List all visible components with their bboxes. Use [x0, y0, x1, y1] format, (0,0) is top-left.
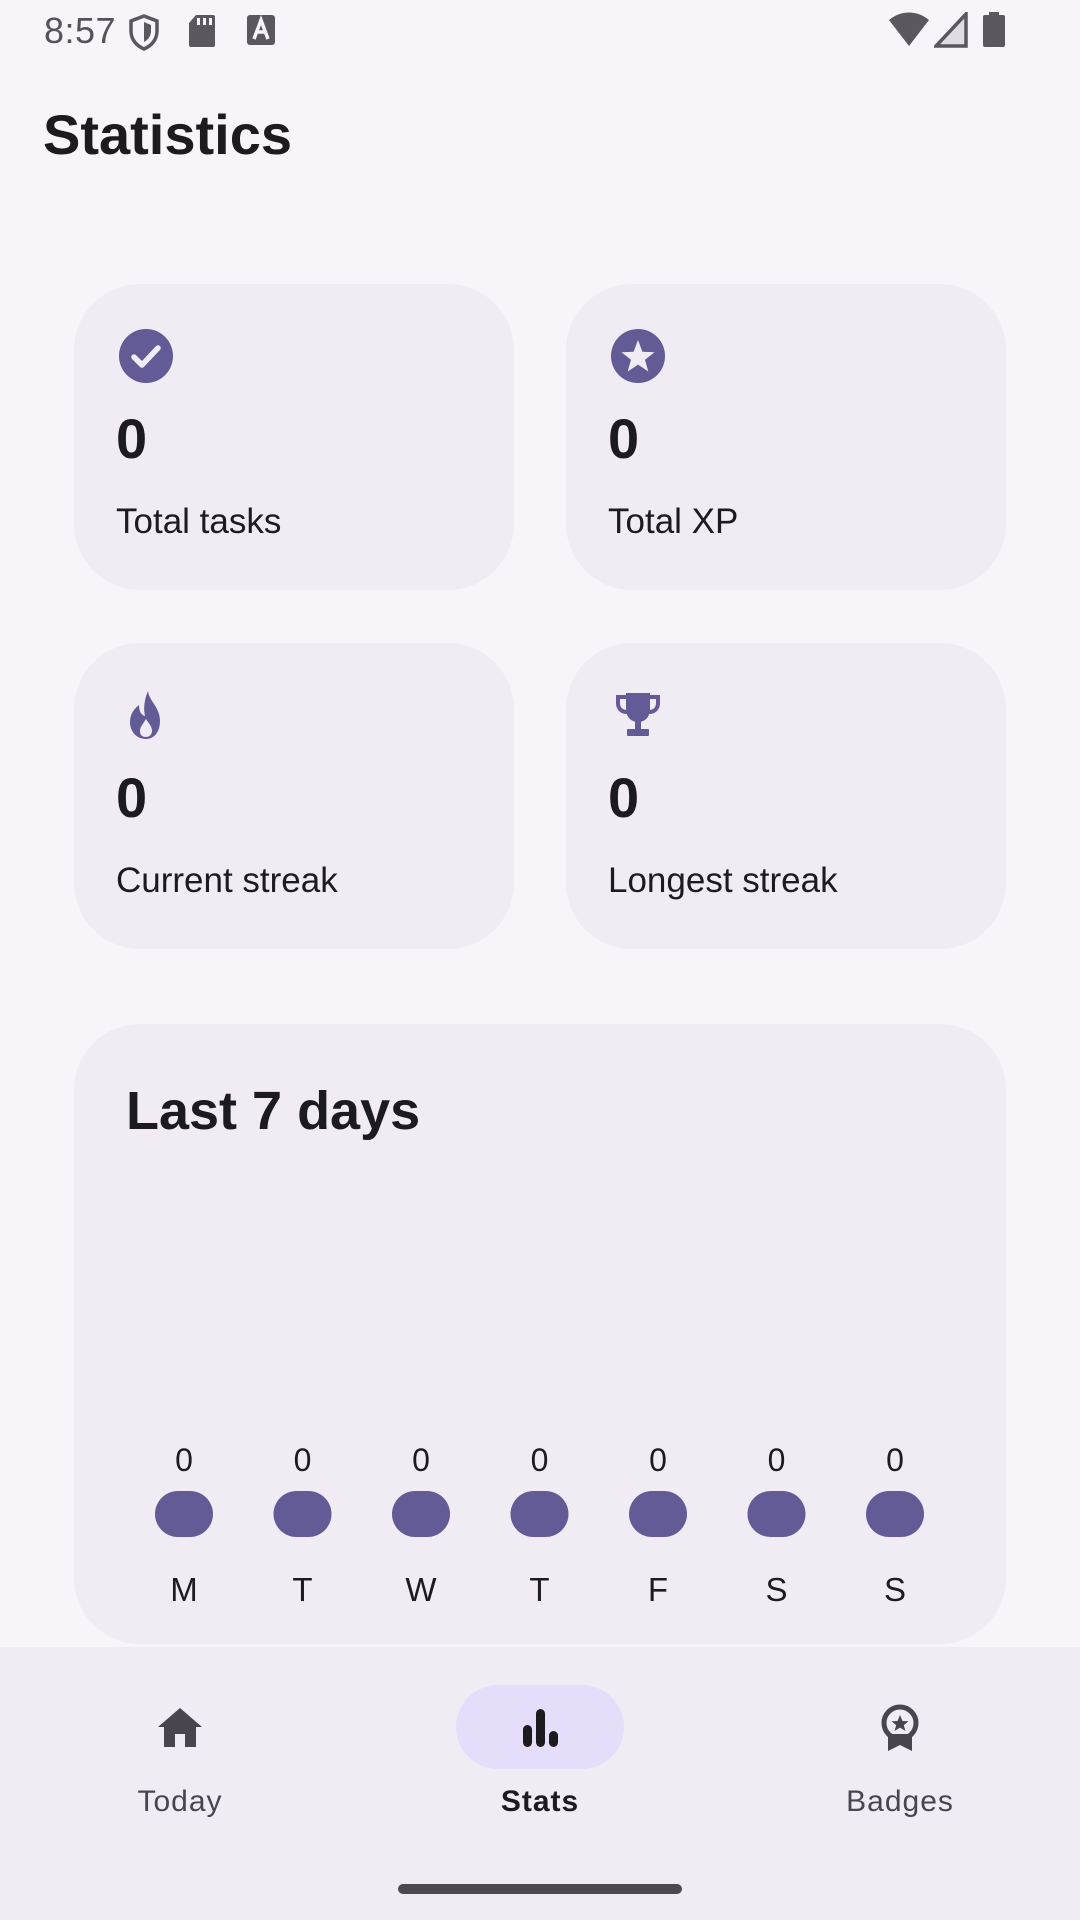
stat-card-total-xp: 0 Total XP [566, 284, 1006, 590]
page-title: Statistics [43, 103, 292, 166]
battery-icon [982, 12, 1006, 53]
day-label: F [648, 1571, 668, 1608]
stat-card-longest-streak: 0 Longest streak [566, 643, 1006, 949]
bar [155, 1491, 213, 1537]
bar [273, 1491, 332, 1537]
stat-value: 0 [116, 407, 148, 470]
bar-value-label: 0 [768, 1442, 786, 1478]
day-label: S [884, 1571, 906, 1608]
bar-value-label: 0 [294, 1442, 312, 1478]
day-label: S [765, 1571, 787, 1608]
day-label: W [405, 1571, 437, 1608]
stat-label: Total XP [608, 502, 739, 541]
shield-icon [128, 14, 160, 57]
bar [866, 1491, 924, 1537]
bar [510, 1491, 569, 1537]
nav-label: Stats [500, 1785, 580, 1818]
status-time: 8:57 [44, 10, 117, 51]
badge-icon [881, 1704, 919, 1751]
bar-value-label: 0 [412, 1442, 430, 1478]
flame-icon [130, 691, 160, 739]
day-label: T [529, 1571, 549, 1608]
sd-card-icon [188, 14, 216, 53]
stat-value: 0 [608, 766, 640, 829]
stat-label: Current streak [116, 861, 338, 900]
bar [747, 1491, 806, 1537]
stat-value: 0 [116, 766, 148, 829]
bar-value-label: 0 [531, 1442, 549, 1478]
trophy-icon [616, 693, 660, 736]
bar-chart-icon [523, 1709, 558, 1747]
home-indicator[interactable] [398, 1884, 682, 1894]
home-icon [158, 1708, 202, 1747]
wifi-icon [888, 12, 930, 53]
nav-item-badges[interactable]: Badges [750, 1647, 1050, 1847]
stat-card-current-streak: 0 Current streak [74, 643, 514, 949]
stat-label: Total tasks [116, 502, 282, 541]
bar-value-label: 0 [886, 1442, 904, 1478]
nav-label: Badges [846, 1785, 954, 1818]
signal-icon [931, 9, 968, 53]
nav-label: Today [137, 1785, 223, 1818]
star-circle-icon [611, 329, 665, 383]
nav-item-stats[interactable]: Stats [390, 1647, 690, 1847]
bottom-navigation: Today Stats Badges [0, 1647, 1080, 1920]
last-7-days-card: Last 7 days 0M0T0W0T0F0S0S [74, 1024, 1006, 1644]
stat-card-total-tasks: 0 Total tasks [74, 284, 514, 590]
font-a-icon [246, 14, 276, 51]
bar-value-label: 0 [649, 1442, 667, 1478]
stat-label: Longest streak [608, 861, 838, 900]
stats-screen: 8:57 Statistics 0 Total tasks 0 Total XP… [0, 0, 1080, 1920]
day-label: T [292, 1571, 312, 1608]
day-label: M [170, 1571, 198, 1608]
last-7-days-chart: 0 M 0 T 0 W 0 T 0 F 0 S 0 S [155, 1442, 924, 1608]
status-bar: 8:57 [0, 0, 1080, 66]
nav-item-today[interactable]: Today [30, 1647, 330, 1847]
stat-value: 0 [608, 407, 640, 470]
check-circle-icon [119, 329, 173, 383]
bar-value-label: 0 [175, 1442, 193, 1478]
bar [629, 1491, 687, 1537]
bar [392, 1491, 450, 1537]
